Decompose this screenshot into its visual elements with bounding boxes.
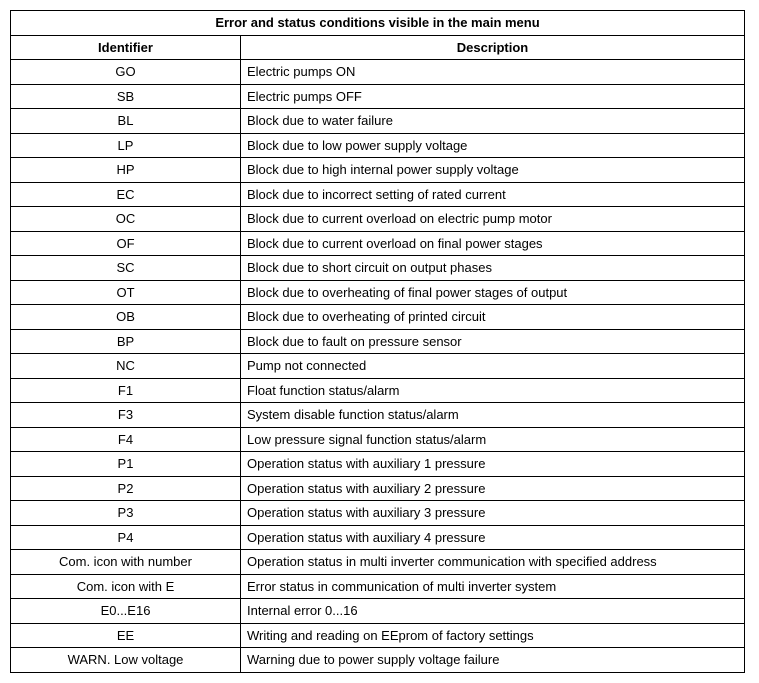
cell-identifier: SB — [11, 84, 241, 109]
cell-identifier: P1 — [11, 452, 241, 477]
cell-description: Warning due to power supply voltage fail… — [241, 648, 745, 673]
cell-identifier: HP — [11, 158, 241, 183]
cell-description: Block due to current overload on final p… — [241, 231, 745, 256]
table-row: SCBlock due to short circuit on output p… — [11, 256, 745, 281]
cell-description: Low pressure signal function status/alar… — [241, 427, 745, 452]
cell-description: Block due to water failure — [241, 109, 745, 134]
cell-description: Pump not connected — [241, 354, 745, 379]
cell-description: Operation status with auxiliary 1 pressu… — [241, 452, 745, 477]
table-row: P4Operation status with auxiliary 4 pres… — [11, 525, 745, 550]
error-status-table: Error and status conditions visible in t… — [10, 10, 745, 673]
table-row: BLBlock due to water failure — [11, 109, 745, 134]
cell-description: Block due to incorrect setting of rated … — [241, 182, 745, 207]
table-row: LPBlock due to low power supply voltage — [11, 133, 745, 158]
table-row: F1Float function status/alarm — [11, 378, 745, 403]
cell-identifier: OB — [11, 305, 241, 330]
table-row: GOElectric pumps ON — [11, 60, 745, 85]
cell-description: Error status in communication of multi i… — [241, 574, 745, 599]
cell-description: Block due to low power supply voltage — [241, 133, 745, 158]
cell-identifier: LP — [11, 133, 241, 158]
cell-identifier: P4 — [11, 525, 241, 550]
table-row: OTBlock due to overheating of final powe… — [11, 280, 745, 305]
cell-description: Block due to high internal power supply … — [241, 158, 745, 183]
table-row: WARN. Low voltageWarning due to power su… — [11, 648, 745, 673]
cell-identifier: OC — [11, 207, 241, 232]
cell-identifier: F1 — [11, 378, 241, 403]
cell-identifier: P2 — [11, 476, 241, 501]
table-row: SBElectric pumps OFF — [11, 84, 745, 109]
cell-identifier: E0...E16 — [11, 599, 241, 624]
table-title: Error and status conditions visible in t… — [11, 11, 745, 36]
table-row: BPBlock due to fault on pressure sensor — [11, 329, 745, 354]
cell-description: Operation status with auxiliary 4 pressu… — [241, 525, 745, 550]
cell-identifier: Com. icon with E — [11, 574, 241, 599]
cell-identifier: Com. icon with number — [11, 550, 241, 575]
cell-description: Operation status with auxiliary 2 pressu… — [241, 476, 745, 501]
table-row: P1Operation status with auxiliary 1 pres… — [11, 452, 745, 477]
table-row: HPBlock due to high internal power suppl… — [11, 158, 745, 183]
table-row: OFBlock due to current overload on final… — [11, 231, 745, 256]
cell-description: Electric pumps OFF — [241, 84, 745, 109]
cell-identifier: SC — [11, 256, 241, 281]
cell-description: Block due to overheating of final power … — [241, 280, 745, 305]
table-row: EEWriting and reading on EEprom of facto… — [11, 623, 745, 648]
table-row: Com. icon with numberOperation status in… — [11, 550, 745, 575]
cell-identifier: GO — [11, 60, 241, 85]
cell-identifier: WARN. Low voltage — [11, 648, 241, 673]
cell-description: Float function status/alarm — [241, 378, 745, 403]
cell-description: System disable function status/alarm — [241, 403, 745, 428]
table-row: Com. icon with EError status in communic… — [11, 574, 745, 599]
cell-identifier: EC — [11, 182, 241, 207]
cell-description: Operation status with auxiliary 3 pressu… — [241, 501, 745, 526]
cell-identifier: OF — [11, 231, 241, 256]
header-identifier: Identifier — [11, 35, 241, 60]
table-body: GOElectric pumps ONSBElectric pumps OFFB… — [11, 60, 745, 673]
table-row: P3Operation status with auxiliary 3 pres… — [11, 501, 745, 526]
table-row: P2Operation status with auxiliary 2 pres… — [11, 476, 745, 501]
cell-description: Operation status in multi inverter commu… — [241, 550, 745, 575]
table-row: F3System disable function status/alarm — [11, 403, 745, 428]
cell-description: Block due to short circuit on output pha… — [241, 256, 745, 281]
cell-description: Block due to overheating of printed circ… — [241, 305, 745, 330]
table-row: E0...E16Internal error 0...16 — [11, 599, 745, 624]
table-row: OCBlock due to current overload on elect… — [11, 207, 745, 232]
cell-identifier: EE — [11, 623, 241, 648]
cell-identifier: BL — [11, 109, 241, 134]
cell-identifier: F3 — [11, 403, 241, 428]
table-row: F4Low pressure signal function status/al… — [11, 427, 745, 452]
table-row: ECBlock due to incorrect setting of rate… — [11, 182, 745, 207]
table-header-row: Identifier Description — [11, 35, 745, 60]
cell-identifier: F4 — [11, 427, 241, 452]
header-description: Description — [241, 35, 745, 60]
cell-identifier: P3 — [11, 501, 241, 526]
cell-description: Electric pumps ON — [241, 60, 745, 85]
cell-description: Block due to current overload on electri… — [241, 207, 745, 232]
cell-description: Writing and reading on EEprom of factory… — [241, 623, 745, 648]
table-title-row: Error and status conditions visible in t… — [11, 11, 745, 36]
cell-identifier: OT — [11, 280, 241, 305]
table-row: NCPump not connected — [11, 354, 745, 379]
cell-description: Block due to fault on pressure sensor — [241, 329, 745, 354]
table-row: OBBlock due to overheating of printed ci… — [11, 305, 745, 330]
cell-identifier: NC — [11, 354, 241, 379]
cell-description: Internal error 0...16 — [241, 599, 745, 624]
cell-identifier: BP — [11, 329, 241, 354]
